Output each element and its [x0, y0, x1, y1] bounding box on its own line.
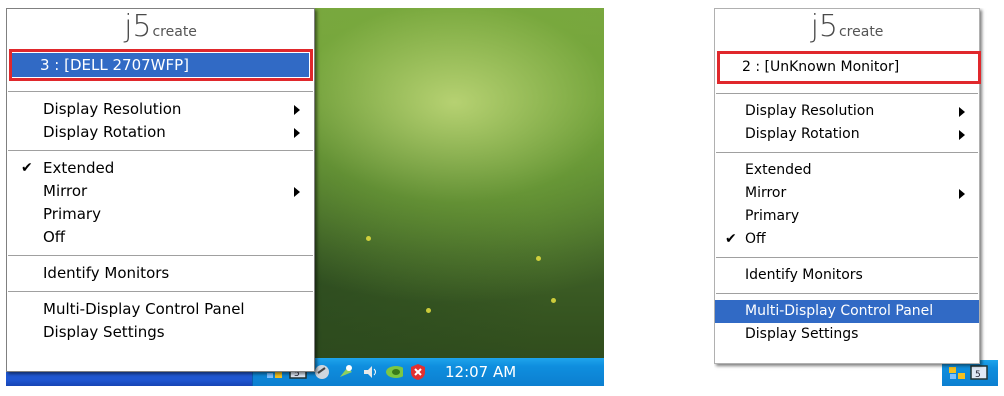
security-icon[interactable]	[409, 363, 427, 381]
screenshot-left: 5 12:07 AM j5create 3 : [DELL 2707WFP]	[6, 8, 604, 386]
checkmark-icon: ✔	[21, 160, 33, 176]
j5create-logo: j5 create	[810, 9, 884, 44]
flower-dot	[551, 298, 556, 303]
screenshot-right: 5 j5 create 2 : [UnKnown Monitor] Display…	[714, 8, 998, 386]
menu-separator	[716, 257, 978, 258]
j5create-logo: j5 create	[124, 9, 197, 44]
submenu-arrow-icon	[959, 130, 965, 140]
safely-remove-icon[interactable]	[337, 363, 355, 381]
speaker-icon[interactable]	[361, 363, 379, 381]
flower-dot	[536, 256, 541, 261]
menu-separator	[8, 150, 313, 151]
menu-item-off[interactable]: ✔ Off	[715, 228, 979, 251]
submenu-arrow-icon	[294, 187, 300, 197]
flower-dot	[426, 308, 431, 313]
menu-separator	[716, 152, 978, 153]
checkmark-icon: ✔	[725, 231, 737, 247]
j5-monitor-icon[interactable]: 5	[970, 364, 988, 382]
menu-item-display-resolution[interactable]: Display Resolution	[715, 100, 979, 123]
j5-context-menu: j5 create 3 : [DELL 2707WFP] Display Reso…	[6, 8, 315, 372]
flower-dot	[366, 236, 371, 241]
volume-icon[interactable]	[313, 363, 331, 381]
network-icon[interactable]	[948, 364, 966, 382]
menu-item-display-rotation[interactable]: Display Rotation	[715, 123, 979, 146]
menu-separator	[716, 293, 978, 294]
submenu-arrow-icon	[294, 105, 300, 115]
menu-separator	[716, 93, 978, 94]
callout-highlight-box	[717, 51, 981, 84]
menu-item-identify-monitors[interactable]: Identify Monitors	[7, 262, 314, 285]
menu-item-control-panel[interactable]: Multi-Display Control Panel	[715, 300, 979, 323]
svg-text:5: 5	[975, 370, 981, 380]
menu-separator	[8, 255, 313, 256]
nvidia-icon[interactable]	[385, 363, 403, 381]
menu-item-extended[interactable]: ✔ Extended	[7, 157, 314, 180]
menu-item-display-resolution[interactable]: Display Resolution	[7, 98, 314, 121]
menu-item-primary[interactable]: Primary	[715, 205, 979, 228]
menu-item-mirror[interactable]: Mirror	[7, 180, 314, 203]
menu-separator	[8, 291, 313, 292]
menu-item-off[interactable]: Off	[7, 226, 314, 249]
submenu-arrow-icon	[294, 128, 300, 138]
menu-item-identify-monitors[interactable]: Identify Monitors	[715, 264, 979, 287]
submenu-arrow-icon	[959, 189, 965, 199]
submenu-arrow-icon	[959, 107, 965, 117]
menu-item-display-rotation[interactable]: Display Rotation	[7, 121, 314, 144]
menu-item-display-settings[interactable]: Display Settings	[7, 321, 314, 344]
menu-item-mirror[interactable]: Mirror	[715, 182, 979, 205]
tray-clock[interactable]: 12:07 AM	[445, 363, 516, 381]
callout-highlight-box	[9, 49, 313, 81]
menu-item-primary[interactable]: Primary	[7, 203, 314, 226]
menu-item-display-settings[interactable]: Display Settings	[715, 323, 979, 346]
menu-separator	[8, 91, 313, 92]
j5-context-menu: j5 create 2 : [UnKnown Monitor] Display R…	[714, 8, 981, 364]
menu-item-control-panel[interactable]: Multi-Display Control Panel	[7, 298, 314, 321]
menu-item-extended[interactable]: Extended	[715, 159, 979, 182]
